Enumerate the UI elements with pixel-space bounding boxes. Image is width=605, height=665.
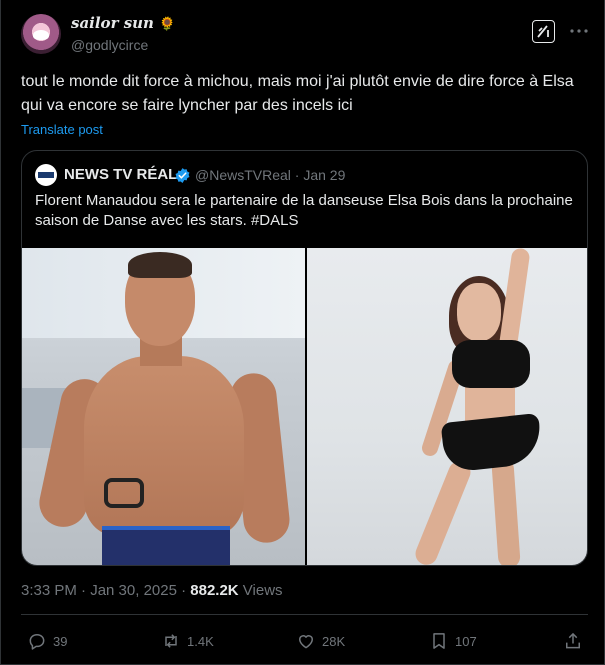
dancer-photo[interactable] [307,248,587,565]
avatar[interactable] [21,14,61,54]
swimmer-torso [84,356,244,536]
tweet-container: sailor sun 🌻 @godlycirce tout le monde d… [0,0,605,665]
swim-goggles [104,478,144,508]
swimmer-photo[interactable] [22,248,305,565]
reply-icon [29,634,45,650]
grok-button[interactable] [532,20,555,43]
share-button[interactable] [563,630,583,652]
repost-icon [165,634,177,648]
display-name-text: sailor sun [71,14,154,32]
share-icon [566,632,580,649]
display-name[interactable]: sailor sun 🌻 [71,14,175,32]
reply-button[interactable]: 39 [27,630,67,652]
quoted-tweet-text: Florent Manaudou sera le partenaire de l… [35,192,573,229]
views-label: Views [238,582,283,599]
heart-icon [299,635,313,649]
quoted-handle-date: @NewsTVReal · Jan 29 [195,167,346,183]
tweet-meta: 3:33 PM · Jan 30, 2025 · 882.2K Views [21,582,283,599]
timestamp[interactable]: 3:33 PM · Jan 30, 2025 · [21,582,190,599]
dancer-head [457,283,501,341]
grok-icon [537,25,549,38]
sunflower-icon: 🌻 [159,17,176,32]
tweet-text: tout le monde dit force à michou, mais m… [21,73,574,114]
divider [21,614,588,615]
views-count: 882.2K [190,582,239,599]
bookmark-icon [433,633,445,649]
bookmark-button[interactable]: 107 [429,630,477,652]
dancer-leg-right [491,457,521,565]
like-count: 28K [322,633,346,649]
dancer-leg-left [412,457,474,565]
more-options-button[interactable] [569,24,589,38]
repost-button[interactable]: 1.4K [161,630,214,652]
dancer-top [452,340,530,388]
repost-count: 1.4K [187,633,214,649]
like-button[interactable]: 28K [296,630,345,652]
translate-post-link[interactable]: Translate post [21,122,103,137]
user-handle[interactable]: @godlycirce [71,37,148,53]
quoted-author-name: NEWS TV RÉAL [64,166,178,183]
bookmark-count: 107 [455,633,477,649]
quoted-tweet[interactable]: NEWS TV RÉAL @NewsTVReal · Jan 29 Floren… [21,150,588,566]
dancer-skirt [440,413,544,473]
swimmer-hair [128,252,192,278]
reply-count: 39 [53,633,68,649]
quoted-avatar [35,164,57,186]
more-icon [570,29,588,33]
verified-badge-icon [175,168,190,183]
swim-trunks [102,526,230,565]
